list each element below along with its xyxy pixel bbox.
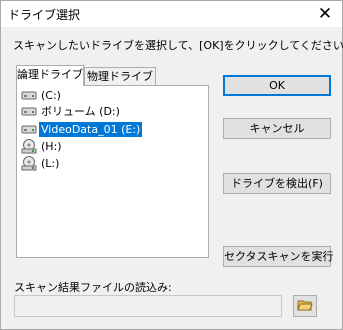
drive-item-h[interactable]: (H:) [21,138,64,154]
scan-result-label: スキャン結果ファイルの読込み: [14,281,172,294]
hard-drive-icon [21,87,37,103]
detect-drives-button[interactable]: ドライブを検出(F) [223,173,331,194]
title-bar: ドライブ選択 ✕ [1,1,342,27]
sector-scan-button[interactable]: セクタスキャンを実行 [223,246,334,267]
cancel-button[interactable]: キャンセル [223,118,331,139]
drive-select-dialog: ドライブ選択 ✕ スキャンしたいドライブを選択して、[OK]をクリックしてくださ… [0,0,343,330]
optical-drive-icon [21,155,37,171]
drive-label: VideoData_01 (E:) [37,120,144,138]
open-folder-icon [297,298,313,315]
scan-result-file-field[interactable] [14,295,282,317]
tab-physical-drives[interactable]: 物理ドライブ [84,67,156,86]
close-icon[interactable]: ✕ [308,1,342,27]
drive-label: (H:) [41,139,62,153]
tab-logical-drives[interactable]: 論理ドライブ [16,65,84,86]
drive-item-e[interactable]: VideoData_01 (E:) [21,120,144,138]
drive-item-c[interactable]: (C:) [21,87,63,103]
hard-drive-icon [21,121,37,137]
ok-button[interactable]: OK [223,75,331,96]
drive-label: (L:) [41,156,60,170]
hard-drive-icon [21,103,37,119]
optical-drive-icon [21,138,37,154]
instruction-text: スキャンしたいドライブを選択して、[OK]をクリックしてください。 [13,39,343,52]
drive-label: (C:) [41,88,61,102]
window-title: ドライブ選択 [8,8,81,22]
drive-list-panel: (C:) ボリューム (D:) VideoData_01 (E:) (H:) (… [16,85,209,258]
drive-label: ボリューム (D:) [41,104,120,118]
drive-item-d[interactable]: ボリューム (D:) [21,103,122,119]
drive-item-l[interactable]: (L:) [21,155,61,171]
browse-button[interactable] [293,295,317,317]
